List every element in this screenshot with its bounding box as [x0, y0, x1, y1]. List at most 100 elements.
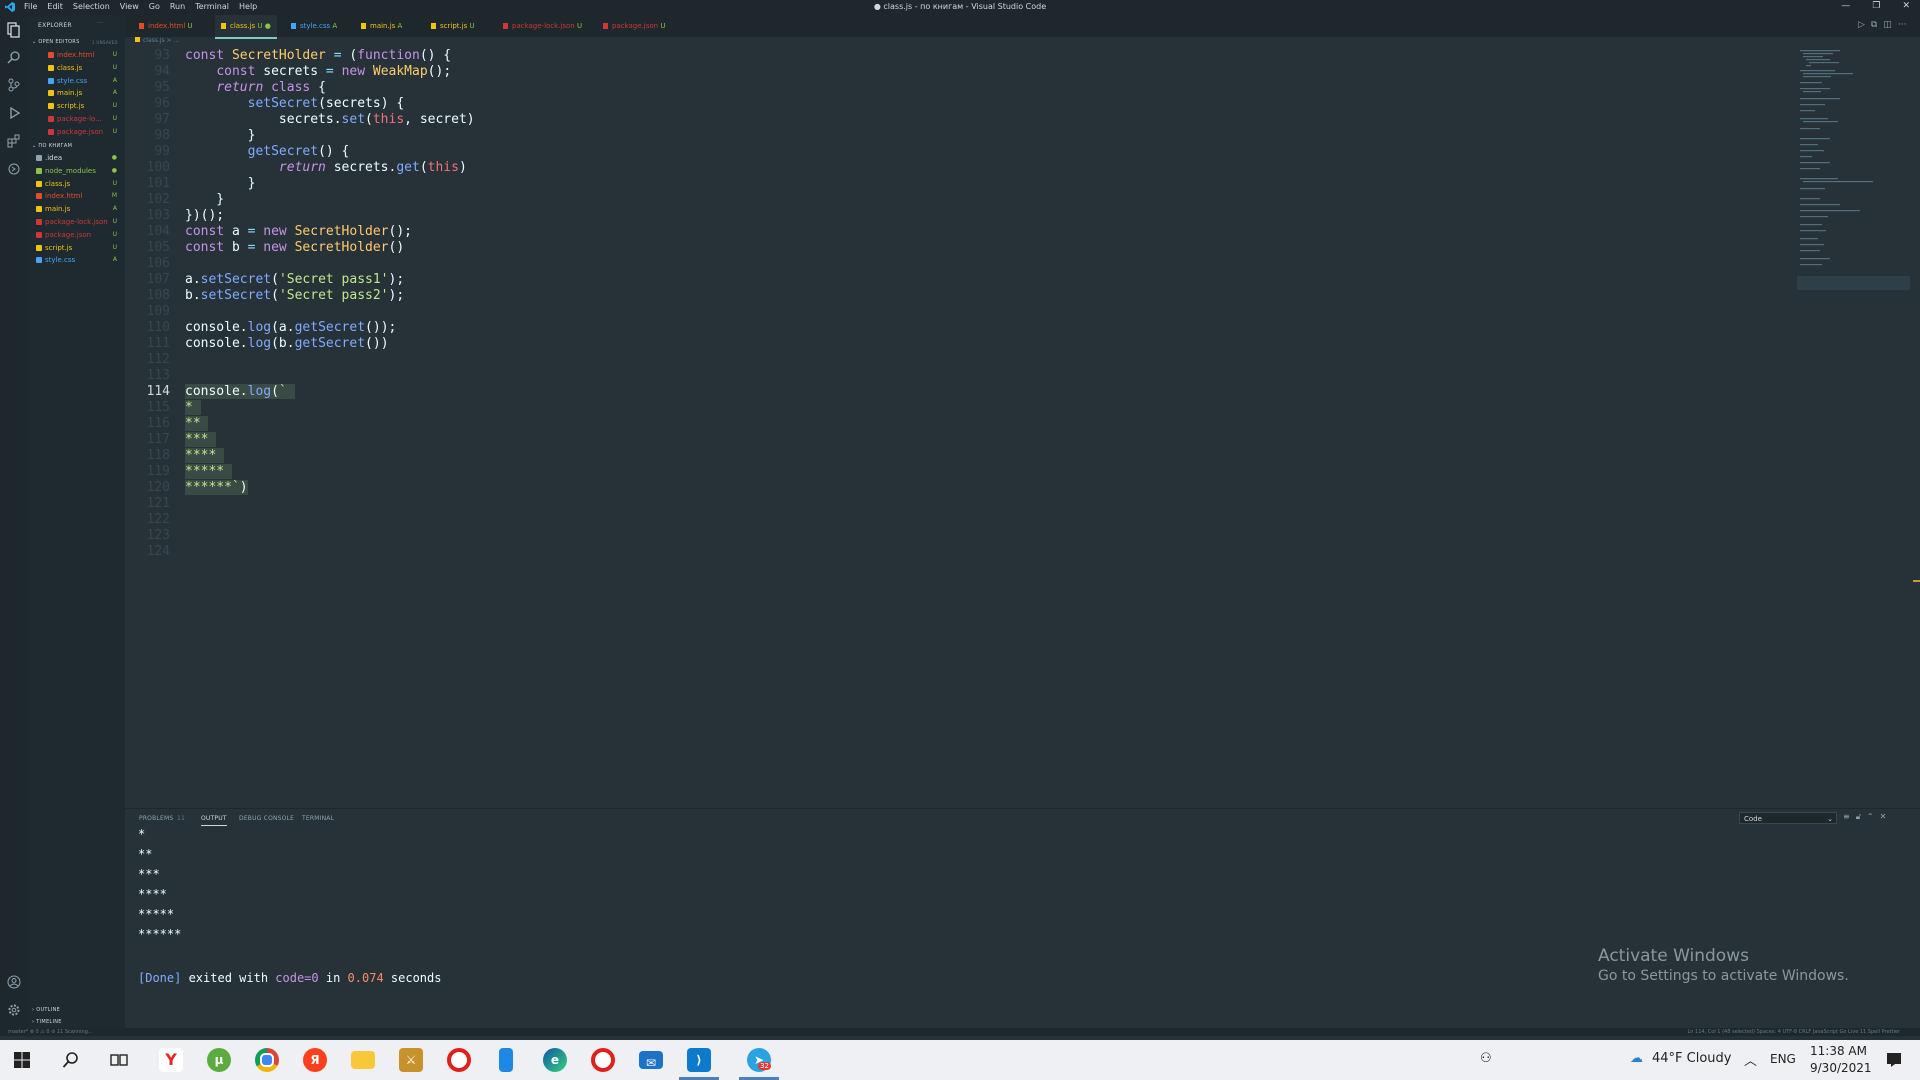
yandex-browser-icon[interactable]: Y [159, 1048, 183, 1072]
file-name: main.js [45, 205, 71, 214]
tab-output[interactable]: OUTPUT [201, 815, 227, 826]
editor-tab[interactable]: package.json U [597, 15, 671, 37]
file-tree-item[interactable]: package.json U [28, 229, 125, 241]
account-icon[interactable] [6, 975, 22, 991]
source-control-icon[interactable] [6, 78, 22, 94]
utorrent-icon[interactable]: μ [207, 1048, 231, 1072]
task-view-icon[interactable] [110, 1052, 128, 1068]
open-editors-header[interactable]: ⌄ OPEN EDITORS [32, 39, 80, 45]
tab-label: style.css [300, 22, 331, 30]
editor-tab[interactable]: style.css A [285, 15, 343, 37]
open-editor-item[interactable]: main.js A [28, 87, 125, 99]
tab-debug-console[interactable]: DEBUG CONSOLE [239, 815, 294, 822]
timeline-header[interactable]: › TIMELINE [32, 1019, 62, 1025]
editor-tab[interactable]: index.html U [133, 15, 199, 37]
game-app-icon[interactable]: ⚔ [399, 1048, 423, 1072]
clock-time[interactable]: 11:38 AM [1810, 1044, 1867, 1058]
line-number: 106 [146, 256, 170, 271]
open-editor-item[interactable]: package.json U [28, 126, 125, 138]
remote-explorer-icon[interactable] [6, 162, 22, 178]
code-line: const secrets = new WeakMap(); [216, 64, 452, 79]
notifications-icon[interactable] [1886, 1052, 1902, 1068]
file-name: .idea [45, 154, 63, 162]
search-icon[interactable] [6, 50, 22, 66]
close-panel-icon[interactable]: ✕ [1880, 812, 1887, 822]
file-icon [48, 103, 54, 110]
status-right[interactable]: Ln 114, Col 1 (48 selected) Spaces: 4 UT… [1688, 1029, 1901, 1035]
status-left[interactable]: master* ⊗ 0 ⚠ 0 ⊘ 11 Scanning... [8, 1029, 93, 1035]
run-debug-icon[interactable] [6, 106, 22, 122]
tab-problems[interactable]: PROBLEMS [139, 815, 173, 822]
file-tree-item[interactable]: node_modules ● [28, 165, 125, 177]
minimap-viewport-slider[interactable] [1797, 276, 1910, 290]
code-line-selected: ******`) [185, 480, 248, 495]
file-tree-item[interactable]: class.js U [28, 178, 125, 190]
exit-code: code=0 [275, 971, 319, 985]
settings-gear-icon[interactable] [6, 1003, 22, 1019]
lock-scroll-icon[interactable]: 🔓︎ [1856, 812, 1861, 822]
file-tree-item[interactable]: main.js A [28, 203, 125, 215]
phone-app-icon[interactable] [499, 1048, 513, 1072]
code-line-selected: ***** [185, 464, 232, 479]
file-name: script.js [45, 243, 73, 252]
minimap[interactable] [1797, 48, 1912, 298]
mail-icon[interactable]: ✉ [639, 1051, 663, 1070]
weather-text[interactable]: 44°F Cloudy [1652, 1051, 1731, 1066]
maximize-panel-icon[interactable]: ⌃ [1867, 812, 1874, 822]
file-icon [36, 167, 42, 174]
editor-tab[interactable]: class.js U ● [215, 15, 277, 39]
clear-output-icon[interactable]: ≡ [1843, 812, 1850, 822]
file-tree-item[interactable]: .idea ● [28, 152, 125, 164]
close-button[interactable]: ✕ [1902, 1, 1910, 11]
maximize-button[interactable]: ❐ [1872, 1, 1880, 11]
tab-terminal[interactable]: TERMINAL [302, 815, 334, 822]
file-tree-item[interactable]: style.css A [28, 254, 125, 266]
clock-date[interactable]: 9/30/2021 [1810, 1061, 1872, 1075]
line-number: 124 [146, 544, 170, 559]
taskbar-search-icon[interactable] [62, 1051, 80, 1069]
open-editor-item[interactable]: package-lo... U [28, 113, 125, 125]
windows-start-icon[interactable] [14, 1052, 30, 1068]
editor-tab[interactable]: package-lock.json U [497, 15, 588, 37]
more-actions-icon[interactable]: ··· [97, 20, 104, 27]
weather-icon[interactable]: ☁ [1630, 1051, 1643, 1066]
file-tree-item[interactable]: script.js U [28, 242, 125, 254]
line-number: 116 [146, 416, 170, 431]
file-tree-item[interactable]: index.html M [28, 190, 125, 202]
vscode-taskbar-icon[interactable]: ⟩ [687, 1048, 711, 1072]
opera-icon[interactable] [447, 1048, 471, 1072]
edge-icon[interactable]: e [543, 1048, 567, 1072]
code-line: a.setSecret('Secret pass1'); [185, 272, 405, 287]
done-tag: [Done] [138, 971, 182, 985]
outline-header[interactable]: › OUTLINE [32, 1007, 60, 1013]
open-editor-item[interactable]: index.html U [28, 49, 125, 61]
yandex-icon[interactable]: Я [303, 1048, 327, 1072]
open-editor-item[interactable]: style.css A [28, 75, 125, 87]
open-changes-icon[interactable]: ⧉ [1871, 20, 1877, 30]
opera-gx-icon[interactable] [591, 1048, 615, 1072]
chrome-icon[interactable] [255, 1048, 279, 1072]
breadcrumb[interactable]: class.js > ... [125, 37, 525, 47]
minimize-button[interactable]: — [1841, 1, 1850, 11]
panel-actions: ≡ 🔓︎ ⌃ ✕ [1843, 812, 1886, 822]
open-editor-item[interactable]: script.js U [28, 100, 125, 112]
bottom-panel: PROBLEMS 11 OUTPUT DEBUG CONSOLE TERMINA… [125, 808, 1920, 1029]
more-actions-icon[interactable]: ··· [1898, 20, 1907, 30]
explorer-icon[interactable] [6, 22, 22, 38]
language-indicator[interactable]: ENG [1770, 1052, 1796, 1066]
project-header[interactable]: ⌄ ПО КНИГАМ [32, 143, 72, 149]
open-editor-item[interactable]: class.js U [28, 62, 125, 74]
editor-tab[interactable]: main.js A [355, 15, 408, 37]
show-hidden-icons[interactable]: ︿ [1744, 1050, 1757, 1069]
file-explorer-icon[interactable] [351, 1051, 375, 1069]
split-editor-icon[interactable]: ◫ [1883, 20, 1892, 30]
editor-tab[interactable]: script.js U [425, 15, 481, 37]
code-editor[interactable]: 93 94 95 96 97 98 99 100 101 102 103 104 105 106 107 10… [125, 48, 1795, 808]
output-channel-select[interactable]: Code ⌄ [1739, 812, 1837, 824]
extensions-icon[interactable] [6, 134, 22, 150]
tab-label: index.html [148, 22, 186, 30]
line-number: 117 [146, 432, 170, 447]
run-icon[interactable]: ▷ [1858, 20, 1865, 30]
file-tree-item[interactable]: package-lock.json U [28, 216, 125, 228]
people-icon[interactable]: ⚇ [1480, 1051, 1492, 1066]
